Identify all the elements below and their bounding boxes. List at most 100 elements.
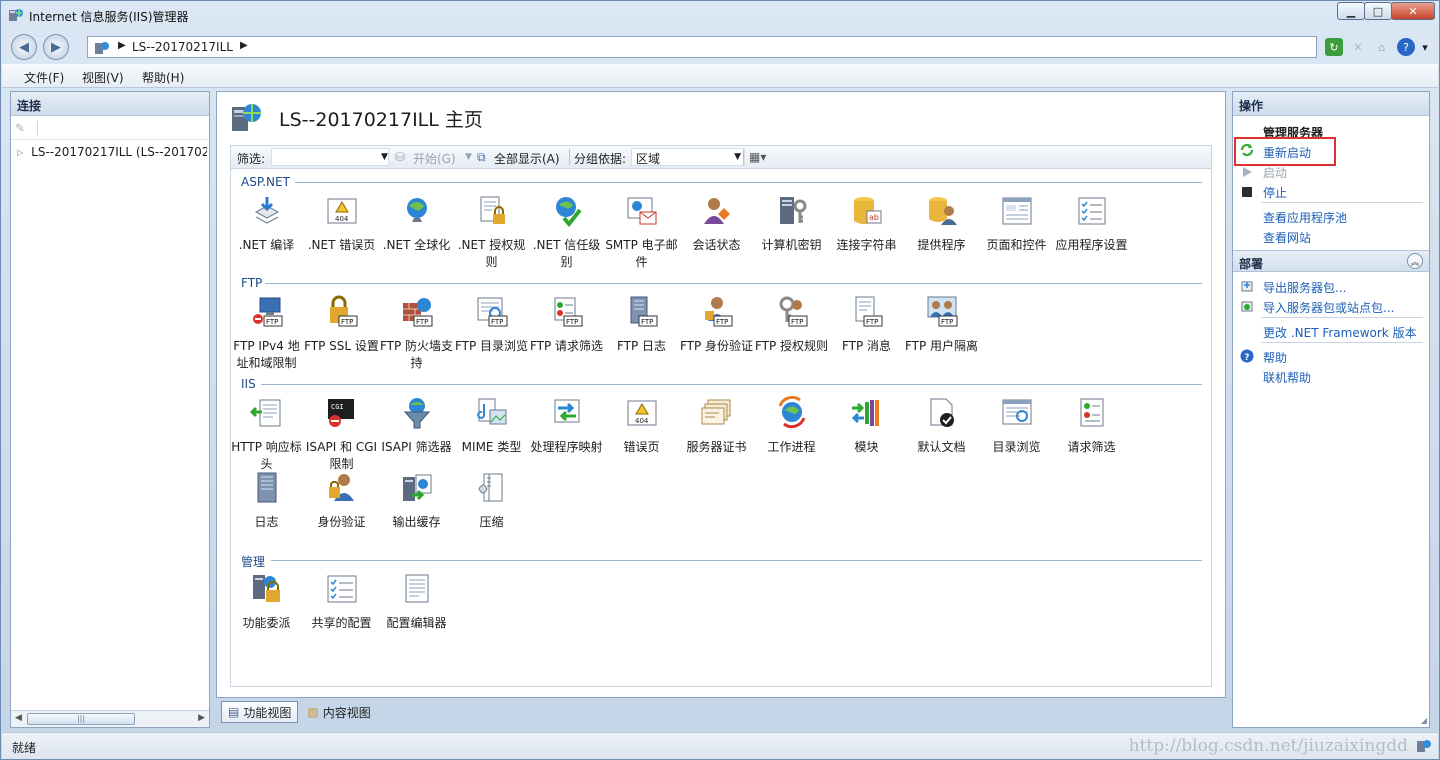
breadcrumb-arrow-icon[interactable]: ▶ — [240, 40, 248, 51]
feature-ftp-ssl-settings[interactable]: FTP FTP SSL 设置 — [304, 295, 379, 355]
maximize-button[interactable]: □ — [1364, 2, 1392, 20]
feature-mime-types[interactable]: MIME 类型 — [454, 396, 529, 456]
filter-dropdown-icon[interactable]: ▼ — [381, 152, 388, 162]
import-package-link[interactable]: 导入服务器包或站点包... — [1263, 299, 1394, 316]
feature-authentication[interactable]: 身份验证 — [304, 471, 379, 531]
feature-connection-strings[interactable]: ab 连接字符串 — [829, 194, 904, 254]
back-button[interactable]: ◀ — [11, 34, 37, 60]
connect-icon[interactable]: ✎ — [15, 121, 25, 135]
tree-server-label[interactable]: LS--20170217ILL (LS--20170217ILL\Adminis… — [31, 145, 207, 159]
feature-ftp-request-filtering[interactable]: FTP FTP 请求筛选 — [529, 295, 604, 355]
start-button[interactable]: 开始(G) — [413, 150, 456, 167]
feature-providers[interactable]: 提供程序 — [904, 194, 979, 254]
online-help-link[interactable]: 联机帮助 — [1263, 369, 1311, 386]
tab-features-view[interactable]: ▤ 功能视图 — [221, 701, 299, 723]
feature-default-document[interactable]: 默认文档 — [904, 396, 979, 456]
feature-session-state[interactable]: 会话状态 — [679, 194, 754, 254]
filter-input[interactable] — [271, 148, 389, 166]
feature-worker-processes[interactable]: 工作进程 — [754, 395, 829, 456]
view-app-pools-link[interactable]: 查看应用程序池 — [1263, 209, 1347, 226]
tab-content-view[interactable]: ▨ 内容视图 — [300, 701, 377, 723]
log-icon — [257, 472, 276, 503]
connections-header: 连接 — [11, 92, 209, 116]
feature-output-caching[interactable]: 输出缓存 — [379, 471, 454, 531]
section-aspnet[interactable]: ASP.NET — [241, 175, 290, 189]
feature-http-response-headers[interactable]: HTTP 响应标头 — [229, 396, 304, 473]
forward-button[interactable]: ▶ — [43, 34, 69, 60]
worker-process-icon — [778, 395, 805, 429]
help-link[interactable]: 帮助 — [1263, 349, 1287, 366]
feature-ftp-authorization-rules[interactable]: FTP FTP 授权规则 — [754, 295, 829, 355]
group-by-select[interactable]: 区域 ▼ — [631, 148, 745, 166]
feature-pages-and-controls[interactable]: 页面和控件 — [979, 194, 1054, 254]
feature-logging[interactable]: 日志 — [229, 471, 304, 531]
help-dropdown-icon[interactable]: ▾ — [1421, 38, 1429, 56]
breadcrumb-server[interactable]: LS--20170217ILL — [132, 40, 233, 54]
feature-isapi-cgi-restrictions[interactable]: CGI ISAPI 和 CGI 限制 — [304, 396, 379, 473]
feature-ftp-directory-browsing[interactable]: FTP FTP 目录浏览 — [454, 295, 529, 355]
feature-net-trust-levels[interactable]: .NET 信任级别 — [529, 194, 604, 271]
view-sites-link[interactable]: 查看网站 — [1263, 229, 1311, 246]
feature-net-authorization-rules[interactable]: .NET 授权规则 — [454, 194, 529, 271]
deploy-section-header[interactable]: 部署 — [1233, 250, 1429, 272]
view-mode-icon[interactable]: ▦▾ — [749, 150, 766, 164]
feature-handler-mappings[interactable]: 处理程序映射 — [529, 396, 604, 456]
feature-isapi-filters[interactable]: ISAPI 筛选器 — [379, 396, 454, 456]
feature-compression[interactable]: 压缩 — [454, 471, 529, 531]
feature-ftp-logging[interactable]: FTP FTP 日志 — [604, 295, 679, 355]
feature-configuration-editor[interactable]: 配置编辑器 — [379, 572, 454, 632]
feature-smtp-email[interactable]: SMTP 电子邮件 — [604, 194, 679, 271]
address-bar[interactable]: ▶ LS--20170217ILL ▶ — [87, 36, 1317, 58]
refresh-icon[interactable]: ↻ — [1325, 38, 1343, 56]
menu-help[interactable]: 帮助(H) — [142, 69, 184, 86]
feature-net-compilation[interactable]: .NET 编译 — [229, 194, 304, 254]
tree-server-node[interactable]: ▷ LS--20170217ILL (LS--20170217ILL\Admin… — [17, 144, 207, 160]
feature-modules[interactable]: 模块 — [829, 396, 904, 456]
feature-net-globalization[interactable]: .NET 全球化 — [379, 194, 454, 254]
feature-net-error-pages[interactable]: 404 .NET 错误页 — [304, 194, 379, 254]
feature-ftp-user-isolation[interactable]: FTP FTP 用户隔离 — [904, 295, 979, 355]
scroll-right-icon[interactable]: ▶ — [198, 713, 205, 723]
feature-ftp-messages[interactable]: FTP FTP 消息 — [829, 295, 904, 355]
svg-text:FTP: FTP — [716, 318, 728, 326]
change-framework-link[interactable]: 更改 .NET Framework 版本 — [1263, 324, 1417, 341]
resize-grip-icon[interactable]: ◢ — [1421, 716, 1427, 725]
stop-loading-icon[interactable]: ✕ — [1349, 38, 1367, 56]
feature-server-certificates[interactable]: 服务器证书 — [679, 396, 754, 456]
feature-shared-configuration[interactable]: 共享的配置 — [304, 572, 379, 632]
menu-view[interactable]: 视图(V) — [82, 69, 124, 86]
section-ftp[interactable]: FTP — [241, 276, 262, 290]
feature-directory-browsing[interactable]: 目录浏览 — [979, 396, 1054, 456]
feature-error-pages[interactable]: 404 错误页 — [604, 396, 679, 456]
filter-bar: 筛选: ▼ ⛁ 开始(G) ▼ ⧉ 全部显示(A) 分组依据: 区域 ▼ ▦▾ — [230, 145, 1212, 169]
collapse-deploy-icon[interactable]: ︽ — [1407, 253, 1423, 269]
section-iis[interactable]: IIS — [241, 377, 256, 391]
feature-ftp-authentication[interactable]: FTP FTP 身份验证 — [679, 295, 754, 355]
svg-text:FTP: FTP — [491, 318, 503, 326]
menu-file[interactable]: 文件(F) — [24, 69, 64, 86]
expand-arrow-icon[interactable]: ▷ — [17, 148, 23, 157]
horizontal-scrollbar[interactable]: ◀ ||| ▶ — [11, 710, 209, 727]
feature-machine-key[interactable]: 计算机密钥 — [754, 194, 829, 254]
show-all-button[interactable]: 全部显示(A) — [494, 150, 560, 167]
home-icon[interactable]: ⌂ — [1373, 38, 1391, 56]
ftp-authorization-icon: FTP — [779, 296, 807, 327]
help-icon[interactable]: ? — [1397, 38, 1415, 56]
svg-text:CGI: CGI — [331, 403, 344, 411]
export-package-link[interactable]: 导出服务器包... — [1263, 279, 1346, 296]
start-link[interactable]: 启动 — [1263, 164, 1287, 181]
stop-link[interactable]: 停止 — [1263, 184, 1287, 201]
group-by-dropdown-icon[interactable]: ▼ — [734, 152, 741, 162]
feature-ftp-firewall-support[interactable]: FTP FTP 防火墙支持 — [379, 295, 454, 372]
start-dropdown-icon[interactable]: ▼ — [465, 152, 472, 162]
close-button[interactable]: ✕ — [1391, 2, 1435, 20]
scroll-left-icon[interactable]: ◀ — [15, 713, 22, 723]
scroll-thumb[interactable]: ||| — [27, 713, 135, 725]
minimize-button[interactable]: ▁ — [1337, 2, 1365, 20]
feature-feature-delegation[interactable]: 功能委派 — [229, 572, 304, 632]
feature-ftp-ipv4-restrictions[interactable]: FTP FTP IPv4 地址和域限制 — [229, 295, 304, 372]
feature-application-settings[interactable]: 应用程序设置 — [1054, 194, 1129, 254]
feature-request-filtering[interactable]: 请求筛选 — [1054, 396, 1129, 456]
watermark: http://blog.csdn.net/jiuzaixingdd — [1128, 736, 1408, 756]
section-manage[interactable]: 管理 — [241, 553, 265, 570]
